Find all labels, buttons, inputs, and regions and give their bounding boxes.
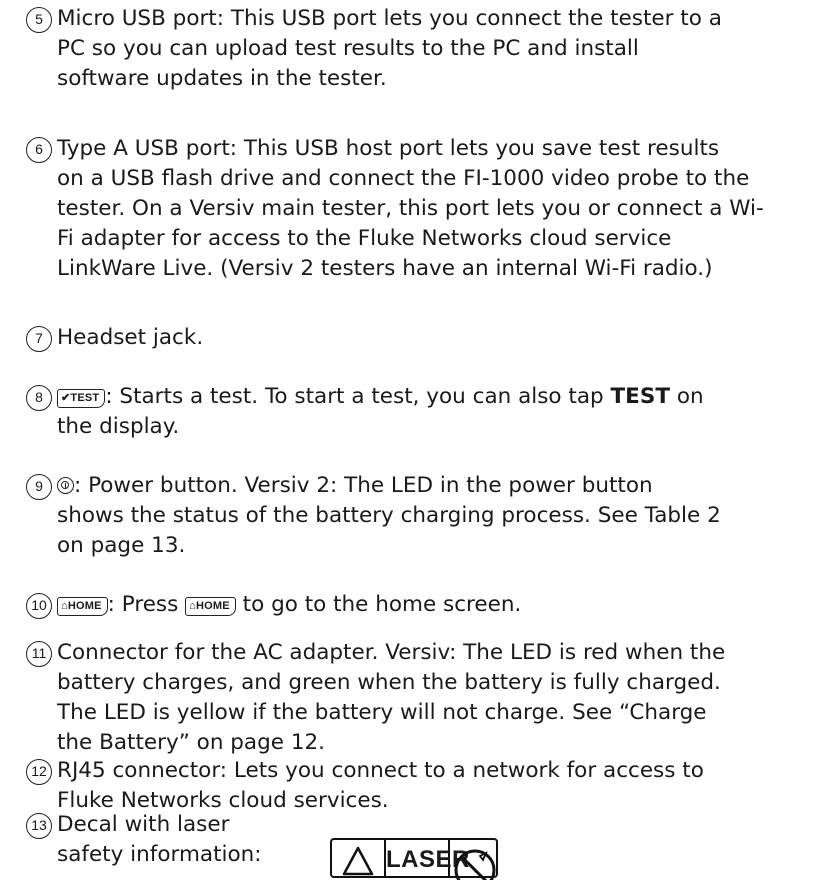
laser-safety-decal: LASER <box>330 838 500 884</box>
item-text: Connector for the AC adapter. Versiv: Th… <box>57 640 726 755</box>
callout-number: 7 <box>26 326 52 352</box>
callout-number: 9 <box>26 474 52 500</box>
item-text: RJ45 connector: Lets you connect to a ne… <box>57 758 704 813</box>
callout-number: 12 <box>26 759 52 785</box>
callout-number: 6 <box>26 137 52 163</box>
item-text: ✔TEST: Starts a test. To start a test, y… <box>57 384 704 439</box>
item-text: ⌂HOME: Press ⌂HOME to go to the home scr… <box>57 590 821 620</box>
item-text: Type A USB port: This USB host port lets… <box>57 136 764 281</box>
laser-label: LASER <box>386 846 470 873</box>
callout-number: 5 <box>26 7 52 33</box>
laser-label-cell: LASER <box>386 840 469 876</box>
callout-number: 8 <box>26 385 52 411</box>
home-key-icon: ⌂HOME <box>185 597 236 616</box>
callout-number: 13 <box>26 813 52 839</box>
item-text: Headset jack. <box>57 325 204 350</box>
item-text: Micro USB port: This USB port lets you c… <box>57 6 722 91</box>
item-text: : Power button. Versiv 2: The LED in the… <box>57 473 721 558</box>
no-view-prohibition-icon <box>450 840 500 884</box>
warning-triangle-icon <box>332 840 386 876</box>
callout-number: 11 <box>26 641 52 667</box>
test-key-icon: ✔TEST <box>57 389 106 408</box>
callout-number: 10 <box>26 593 52 619</box>
home-key-icon: ⌂HOME <box>57 597 108 616</box>
power-icon <box>57 477 74 494</box>
